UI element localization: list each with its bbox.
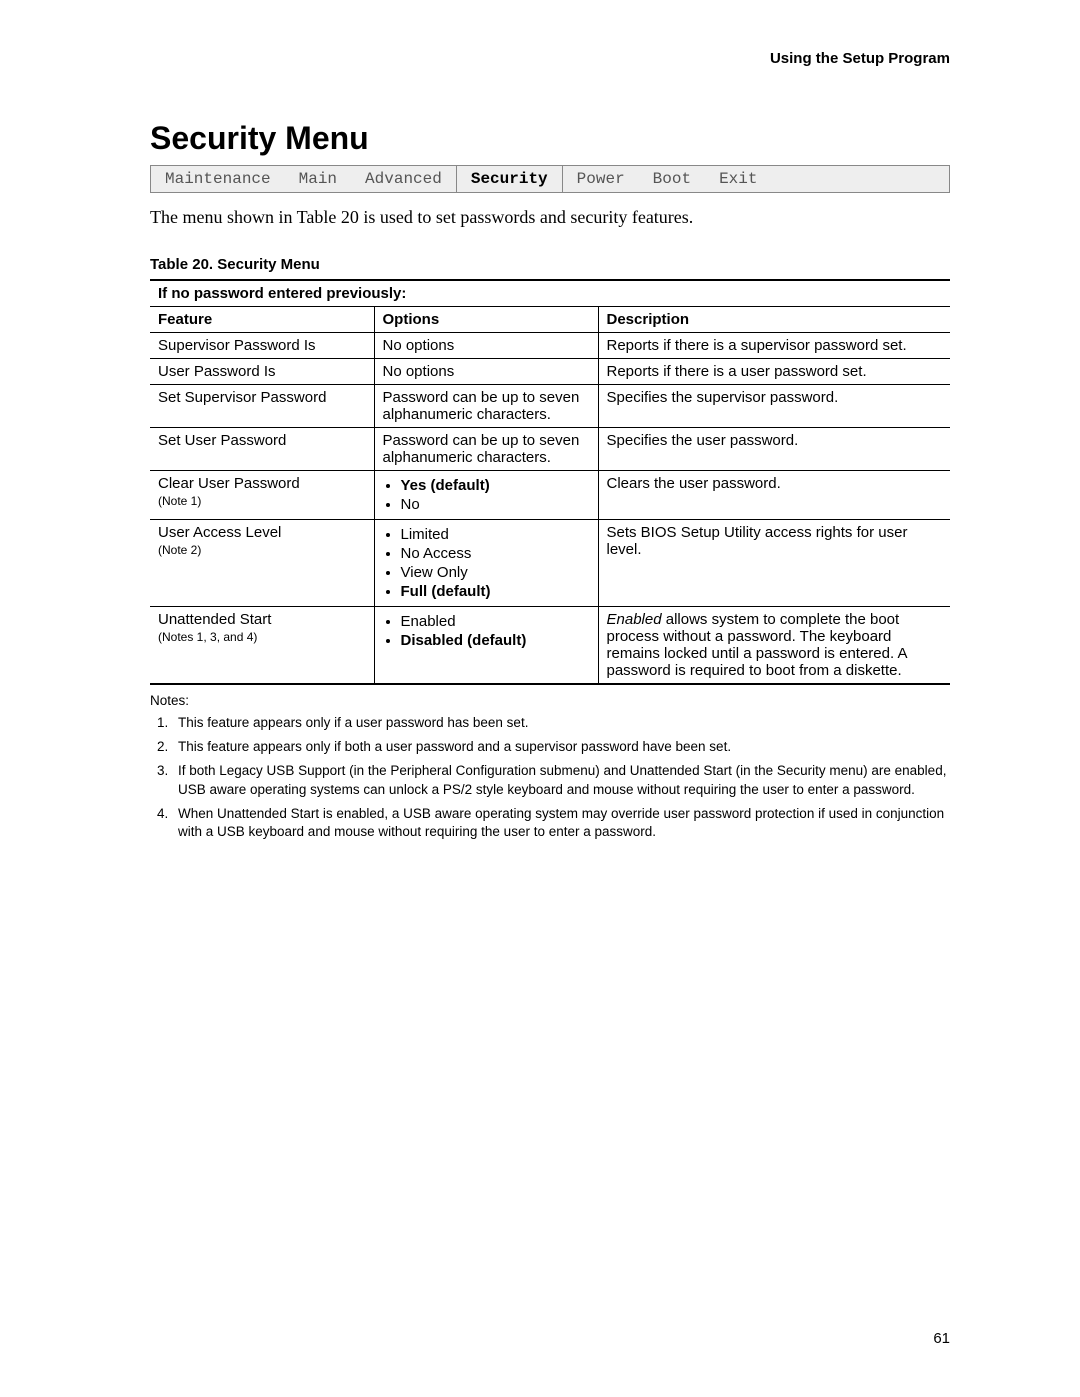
options-cell: No options (374, 333, 598, 359)
note-item: This feature appears only if both a user… (172, 738, 950, 756)
option-item: View Only (401, 564, 590, 581)
table-row: Clear User Password(Note 1)Yes (default)… (150, 471, 950, 520)
security-menu-table: If no password entered previously: Featu… (150, 279, 950, 685)
description-cell: Reports if there is a user password set. (598, 359, 950, 385)
option-item: No Access (401, 545, 590, 562)
table-row: User Access Level(Note 2) Limited No Acces… (150, 520, 950, 607)
note-item: If both Legacy USB Support (in the Perip… (172, 762, 950, 798)
col-header-options: Options (374, 307, 598, 333)
feature-cell: Unattended Start(Notes 1, 3, and 4) (150, 607, 374, 685)
description-cell: Sets BIOS Setup Utility access rights fo… (598, 520, 950, 607)
col-header-feature: Feature (150, 307, 374, 333)
feature-note: (Note 2) (158, 543, 366, 557)
option-item: Full (default) (401, 583, 590, 600)
options-cell: No options (374, 359, 598, 385)
running-header: Using the Setup Program (770, 50, 950, 67)
feature-cell: Supervisor Password Is (150, 333, 374, 359)
col-header-description: Description (598, 307, 950, 333)
description-cell: Specifies the user password. (598, 428, 950, 471)
intro-paragraph: The menu shown in Table 20 is used to se… (150, 207, 950, 228)
bios-tab-security: Security (456, 166, 563, 192)
bios-tab-boot: Boot (639, 166, 705, 192)
feature-cell: User Password Is (150, 359, 374, 385)
bios-tab-advanced: Advanced (351, 166, 456, 192)
table-caption: Table 20. Security Menu (150, 256, 950, 273)
table-row: User Password IsNo optionsReports if the… (150, 359, 950, 385)
bios-tab-maintenance: Maintenance (151, 166, 285, 192)
options-cell: Yes (default) No (374, 471, 598, 520)
option-item: Enabled (401, 613, 590, 630)
table-row: Set Supervisor PasswordPassword can be u… (150, 385, 950, 428)
notes-block: Notes: This feature appears only if a us… (150, 693, 950, 841)
options-cell: Limited No Access View Only Full (default) (374, 520, 598, 607)
table-row: Unattended Start(Notes 1, 3, and 4)Enabl… (150, 607, 950, 685)
description-cell: Enabled allows system to complete the bo… (598, 607, 950, 685)
options-cell: Enabled Disabled (default) (374, 607, 598, 685)
table-subheader: If no password entered previously: (150, 280, 950, 307)
note-item: This feature appears only if a user pass… (172, 714, 950, 732)
feature-cell: Set Supervisor Password (150, 385, 374, 428)
note-item: When Unattended Start is enabled, a USB … (172, 805, 950, 841)
bios-menu-tabs: MaintenanceMainAdvancedSecurityPowerBoot… (150, 165, 950, 193)
feature-cell: User Access Level(Note 2) (150, 520, 374, 607)
bios-tab-power: Power (563, 166, 639, 192)
table-row: Set User PasswordPassword can be up to s… (150, 428, 950, 471)
notes-list: This feature appears only if a user pass… (150, 714, 950, 841)
feature-note: (Notes 1, 3, and 4) (158, 630, 366, 644)
options-cell: Password can be up to seven alphanumeric… (374, 428, 598, 471)
option-item: No (401, 496, 590, 513)
section-title: Security Menu (150, 120, 950, 157)
document-page: Using the Setup Program Security Menu Ma… (0, 0, 1080, 1397)
option-item: Disabled (default) (401, 632, 590, 649)
description-cell: Specifies the supervisor password. (598, 385, 950, 428)
option-item: Limited (401, 526, 590, 543)
bios-tab-main: Main (285, 166, 351, 192)
description-cell: Reports if there is a supervisor passwor… (598, 333, 950, 359)
bios-tab-exit: Exit (705, 166, 771, 192)
feature-cell: Set User Password (150, 428, 374, 471)
feature-cell: Clear User Password(Note 1) (150, 471, 374, 520)
feature-note: (Note 1) (158, 494, 366, 508)
table-row: Supervisor Password IsNo optionsReports … (150, 333, 950, 359)
notes-label: Notes: (150, 693, 950, 708)
option-item: Yes (default) (401, 477, 590, 494)
description-cell: Clears the user password. (598, 471, 950, 520)
options-cell: Password can be up to seven alphanumeric… (374, 385, 598, 428)
page-number: 61 (933, 1330, 950, 1347)
